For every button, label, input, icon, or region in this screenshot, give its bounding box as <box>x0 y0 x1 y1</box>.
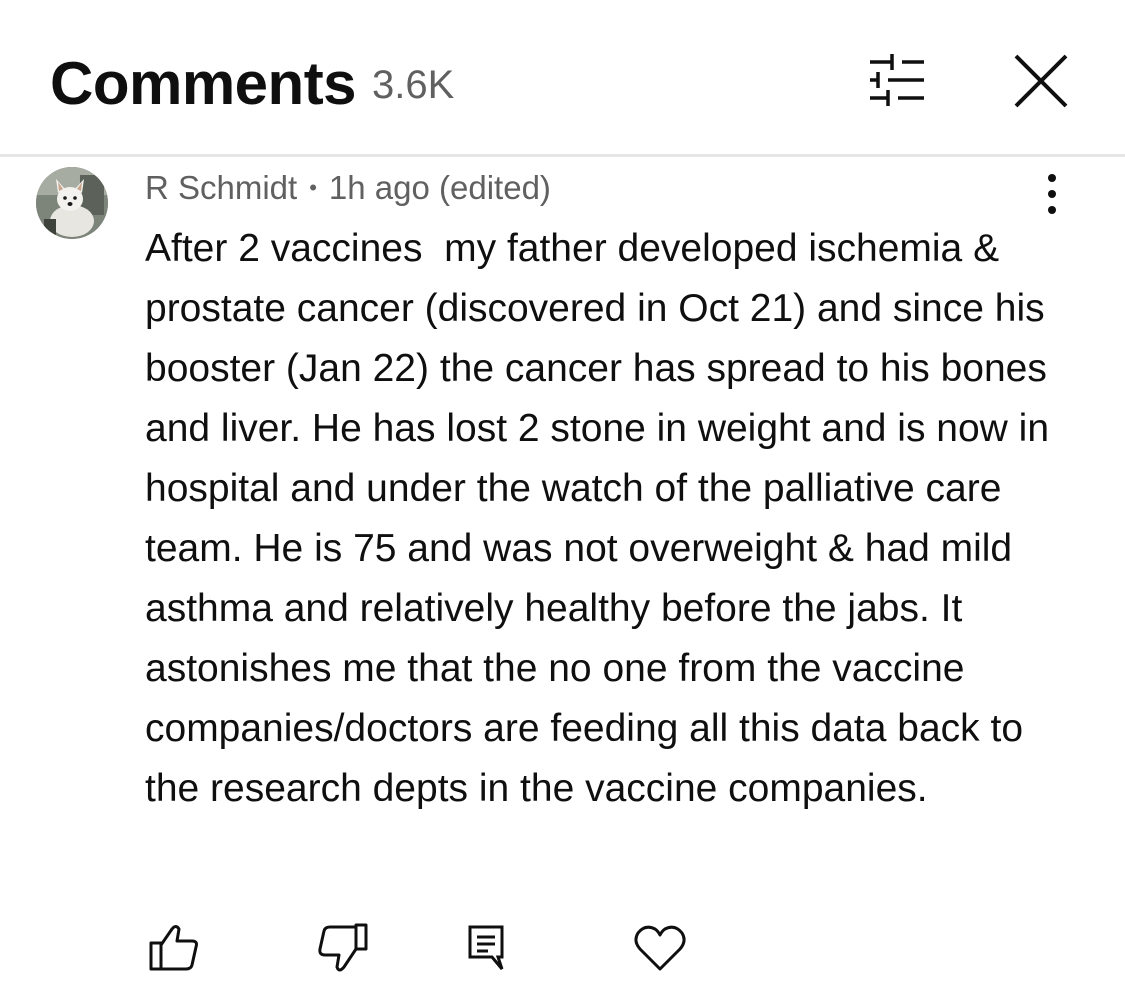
comment-time: 1h ago (edited) <box>328 169 551 206</box>
thumbs-up-icon <box>149 925 198 971</box>
heart-icon <box>634 925 686 971</box>
comments-header: Comments 3.6K <box>0 0 1125 156</box>
comment-author[interactable]: R Schmidt <box>145 169 297 206</box>
comment-meta: R Schmidt • 1h ago (edited) <box>145 167 551 209</box>
more-vertical-icon <box>1048 174 1056 214</box>
comments-title: Comments <box>50 50 357 117</box>
reply-button[interactable] <box>458 919 518 979</box>
comment-text: After 2 vaccines my father developed isc… <box>145 227 1060 810</box>
filter-sliders-icon <box>870 54 924 106</box>
filter-button[interactable] <box>862 50 932 110</box>
dislike-button[interactable] <box>312 919 372 979</box>
comments-count: 3.6K <box>372 63 455 107</box>
meta-separator: • <box>309 175 317 200</box>
avatar[interactable] <box>36 167 108 239</box>
like-button[interactable] <box>146 919 206 979</box>
reply-icon <box>468 925 504 970</box>
dog-avatar-image <box>36 167 108 239</box>
more-options-button[interactable] <box>1030 169 1074 219</box>
heart-button[interactable] <box>630 919 690 979</box>
comment-item: R Schmidt • 1h ago (edited) After 2 vaccin… <box>0 157 1125 992</box>
close-button[interactable] <box>1006 46 1076 116</box>
comment-actions <box>0 919 1125 989</box>
thumbs-down-icon <box>318 923 368 972</box>
comments-panel: Comments 3.6K R Schmidt • 1h ago (edited… <box>0 0 1125 992</box>
close-icon <box>1014 54 1068 108</box>
